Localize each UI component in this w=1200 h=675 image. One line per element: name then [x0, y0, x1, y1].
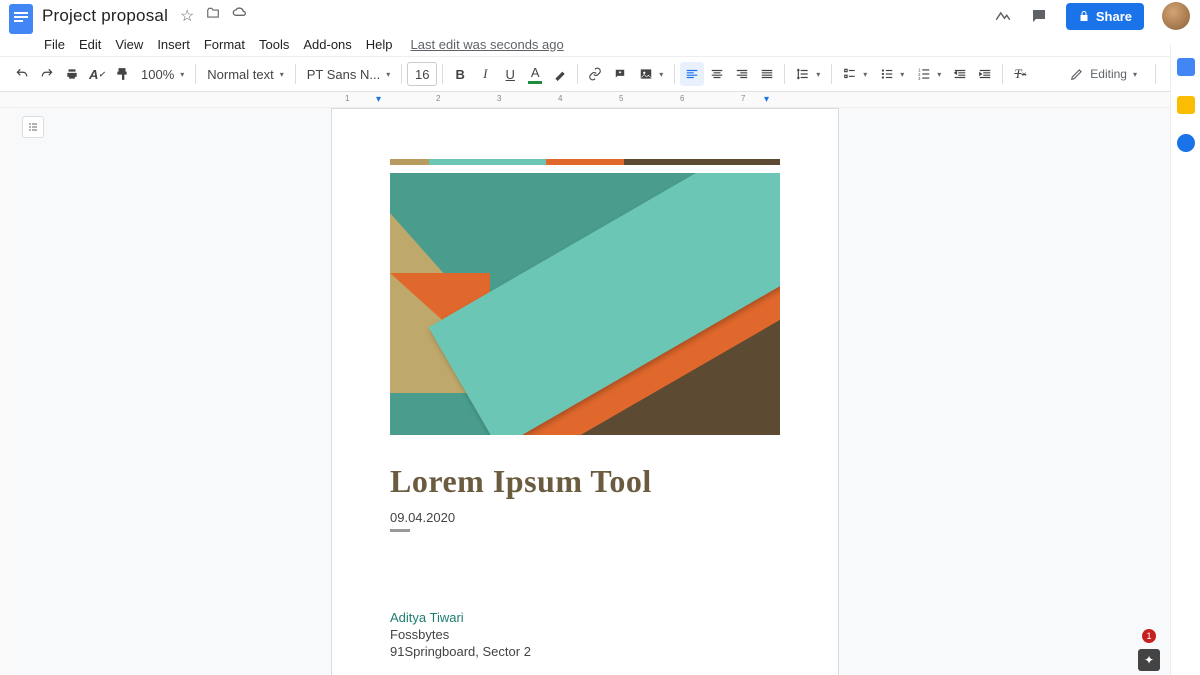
indent-marker-right[interactable]: ▾	[764, 94, 769, 105]
star-icon[interactable]: ☆	[180, 6, 194, 26]
link-icon[interactable]	[583, 62, 607, 86]
doc-date-text[interactable]: 09.04.2020	[390, 510, 780, 525]
highlight-icon[interactable]	[548, 62, 572, 86]
text-color-icon[interactable]: A	[523, 62, 547, 86]
indent-decrease-icon[interactable]	[948, 62, 972, 86]
calendar-icon[interactable]	[1177, 58, 1195, 76]
side-panel	[1170, 44, 1200, 675]
align-left-icon[interactable]	[680, 62, 704, 86]
style-select[interactable]: Normal text	[201, 62, 289, 86]
tasks-icon[interactable]	[1177, 134, 1195, 152]
editing-mode-select[interactable]: Editing ▾	[1062, 67, 1145, 81]
redo-icon[interactable]	[35, 62, 59, 86]
docs-logo-icon[interactable]	[8, 2, 34, 36]
numbered-list-icon[interactable]: 123	[911, 62, 947, 86]
spellcheck-icon[interactable]: A✓	[85, 62, 109, 86]
undo-icon[interactable]	[10, 62, 34, 86]
title-icons: ☆	[180, 6, 248, 26]
doc-title-text[interactable]: Lorem Ipsum Tool	[390, 463, 780, 500]
zoom-select[interactable]: 100%	[135, 62, 190, 86]
share-label: Share	[1096, 9, 1132, 24]
italic-icon[interactable]: I	[473, 62, 497, 86]
menu-format[interactable]: Format	[204, 37, 245, 52]
activity-icon[interactable]	[994, 7, 1012, 25]
menu-insert[interactable]: Insert	[157, 37, 190, 52]
address-text[interactable]: 91Springboard, Sector 2	[390, 644, 780, 659]
menu-help[interactable]: Help	[366, 37, 393, 52]
notification-badge[interactable]: 1	[1142, 629, 1156, 643]
org-text[interactable]: Fossbytes	[390, 627, 780, 642]
avatar[interactable]	[1162, 2, 1190, 30]
menu-view[interactable]: View	[115, 37, 143, 52]
horizontal-ruler[interactable]: ▾ 1 2 3 4 5 6 7 ▾	[0, 92, 1200, 108]
align-right-icon[interactable]	[730, 62, 754, 86]
move-icon[interactable]	[206, 6, 220, 26]
font-select[interactable]: PT Sans N...	[301, 62, 396, 86]
menu-edit[interactable]: Edit	[79, 37, 101, 52]
indent-marker-left[interactable]: ▾	[376, 94, 381, 105]
explore-icon[interactable]: ✦	[1138, 649, 1160, 671]
toolbar: A✓ 100% Normal text PT Sans N... 16 B I …	[0, 56, 1200, 92]
author-text[interactable]: Aditya Tiwari	[390, 610, 780, 625]
menu-tools[interactable]: Tools	[259, 37, 289, 52]
vertical-ruler[interactable]	[0, 108, 16, 675]
align-center-icon[interactable]	[705, 62, 729, 86]
keep-icon[interactable]	[1177, 96, 1195, 114]
indent-increase-icon[interactable]	[973, 62, 997, 86]
clear-format-icon[interactable]: T×	[1008, 62, 1032, 86]
add-comment-icon[interactable]	[608, 62, 632, 86]
comment-icon[interactable]	[1030, 7, 1048, 25]
menu-bar: File Edit View Insert Format Tools Add-o…	[0, 32, 1200, 56]
last-edit-text[interactable]: Last edit was seconds ago	[411, 37, 564, 52]
document-title[interactable]: Project proposal	[42, 6, 168, 26]
align-justify-icon[interactable]	[755, 62, 779, 86]
line-spacing-icon[interactable]	[790, 62, 826, 86]
print-icon[interactable]	[60, 62, 84, 86]
share-button[interactable]: Share	[1066, 3, 1144, 30]
explore-badges: 1 ✦	[1138, 629, 1160, 671]
cloud-icon[interactable]	[232, 6, 248, 26]
underline-icon[interactable]: U	[498, 62, 522, 86]
paint-format-icon[interactable]	[110, 62, 134, 86]
workspace: Lorem Ipsum Tool 09.04.2020 Aditya Tiwar…	[0, 108, 1170, 675]
header-stripe	[390, 159, 780, 165]
hero-image	[390, 173, 780, 435]
bold-icon[interactable]: B	[448, 62, 472, 86]
image-icon[interactable]	[633, 62, 669, 86]
bulleted-list-icon[interactable]	[874, 62, 910, 86]
outline-toggle-icon[interactable]	[22, 116, 44, 138]
menu-addons[interactable]: Add-ons	[303, 37, 351, 52]
svg-text:3: 3	[918, 76, 921, 81]
font-size-input[interactable]: 16	[407, 62, 437, 86]
document-page[interactable]: Lorem Ipsum Tool 09.04.2020 Aditya Tiwar…	[331, 108, 839, 675]
header-row-title: Project proposal ☆ Share	[0, 0, 1200, 32]
title-divider	[390, 529, 410, 532]
checklist-icon[interactable]	[837, 62, 873, 86]
menu-file[interactable]: File	[44, 37, 65, 52]
